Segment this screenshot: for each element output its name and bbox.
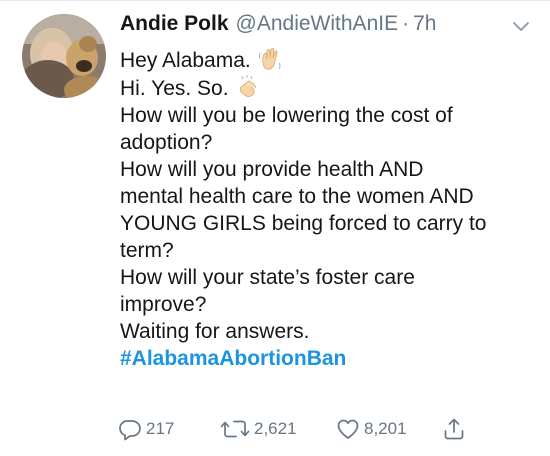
retweet-count: 2,621 [254,419,297,438]
retweet-icon [220,420,250,438]
user-handle[interactable]: @AndieWithAnIE [236,12,399,36]
divider [0,0,550,1]
retweet-button[interactable]: 2,621 [220,417,297,441]
hashtag-link[interactable]: #AlabamaAbortionBan [120,345,536,372]
tweet-line: How will your state’s foster care [120,266,415,289]
tweet-header: Andie Polk @AndieWithAnIE · 7h [120,12,536,44]
like-button[interactable]: 8,201 [336,417,407,441]
tweet-line: YOUNG GIRLS being forced to carry to [120,212,487,235]
tweet-line: How will you provide health AND [120,158,424,181]
reply-icon [119,420,141,441]
chevron-down-icon[interactable] [511,20,531,34]
tweet-line: adoption? [120,131,213,154]
like-count: 8,201 [364,419,407,438]
tweet-text: Hey Alabama. Hi. Yes. So. How will you b… [120,46,536,372]
timestamp[interactable]: 7h [413,12,436,36]
tweet-line: improve? [120,293,207,316]
reply-count: 217 [146,419,175,438]
share-icon [444,418,464,440]
separator-dot: · [402,12,410,35]
tweet-line: Hey Alabama. [120,46,536,74]
display-name[interactable]: Andie Polk [120,12,229,36]
share-button[interactable] [442,417,466,441]
clapping-hands-emoji [239,75,256,97]
waving-hand-emoji [258,48,281,70]
tweet-line: term? [120,239,174,262]
reply-button[interactable]: 217 [118,417,174,441]
avatar[interactable] [22,14,106,98]
tweet-line: mental health care to the women AND [120,185,474,208]
tweet-line: Waiting for answers. [120,320,310,343]
tweet-content: Andie Polk @AndieWithAnIE · 7h Hey Alaba… [120,12,536,372]
tweet[interactable]: Andie Polk @AndieWithAnIE · 7h Hey Alaba… [0,0,550,456]
tweet-line: Hi. Yes. So. [120,74,536,102]
avatar-photo [22,14,106,98]
like-icon [337,419,359,439]
tweet-actions: 217 2,621 8,201 [118,417,538,443]
tweet-line: How will you be lowering the cost of [120,104,453,127]
